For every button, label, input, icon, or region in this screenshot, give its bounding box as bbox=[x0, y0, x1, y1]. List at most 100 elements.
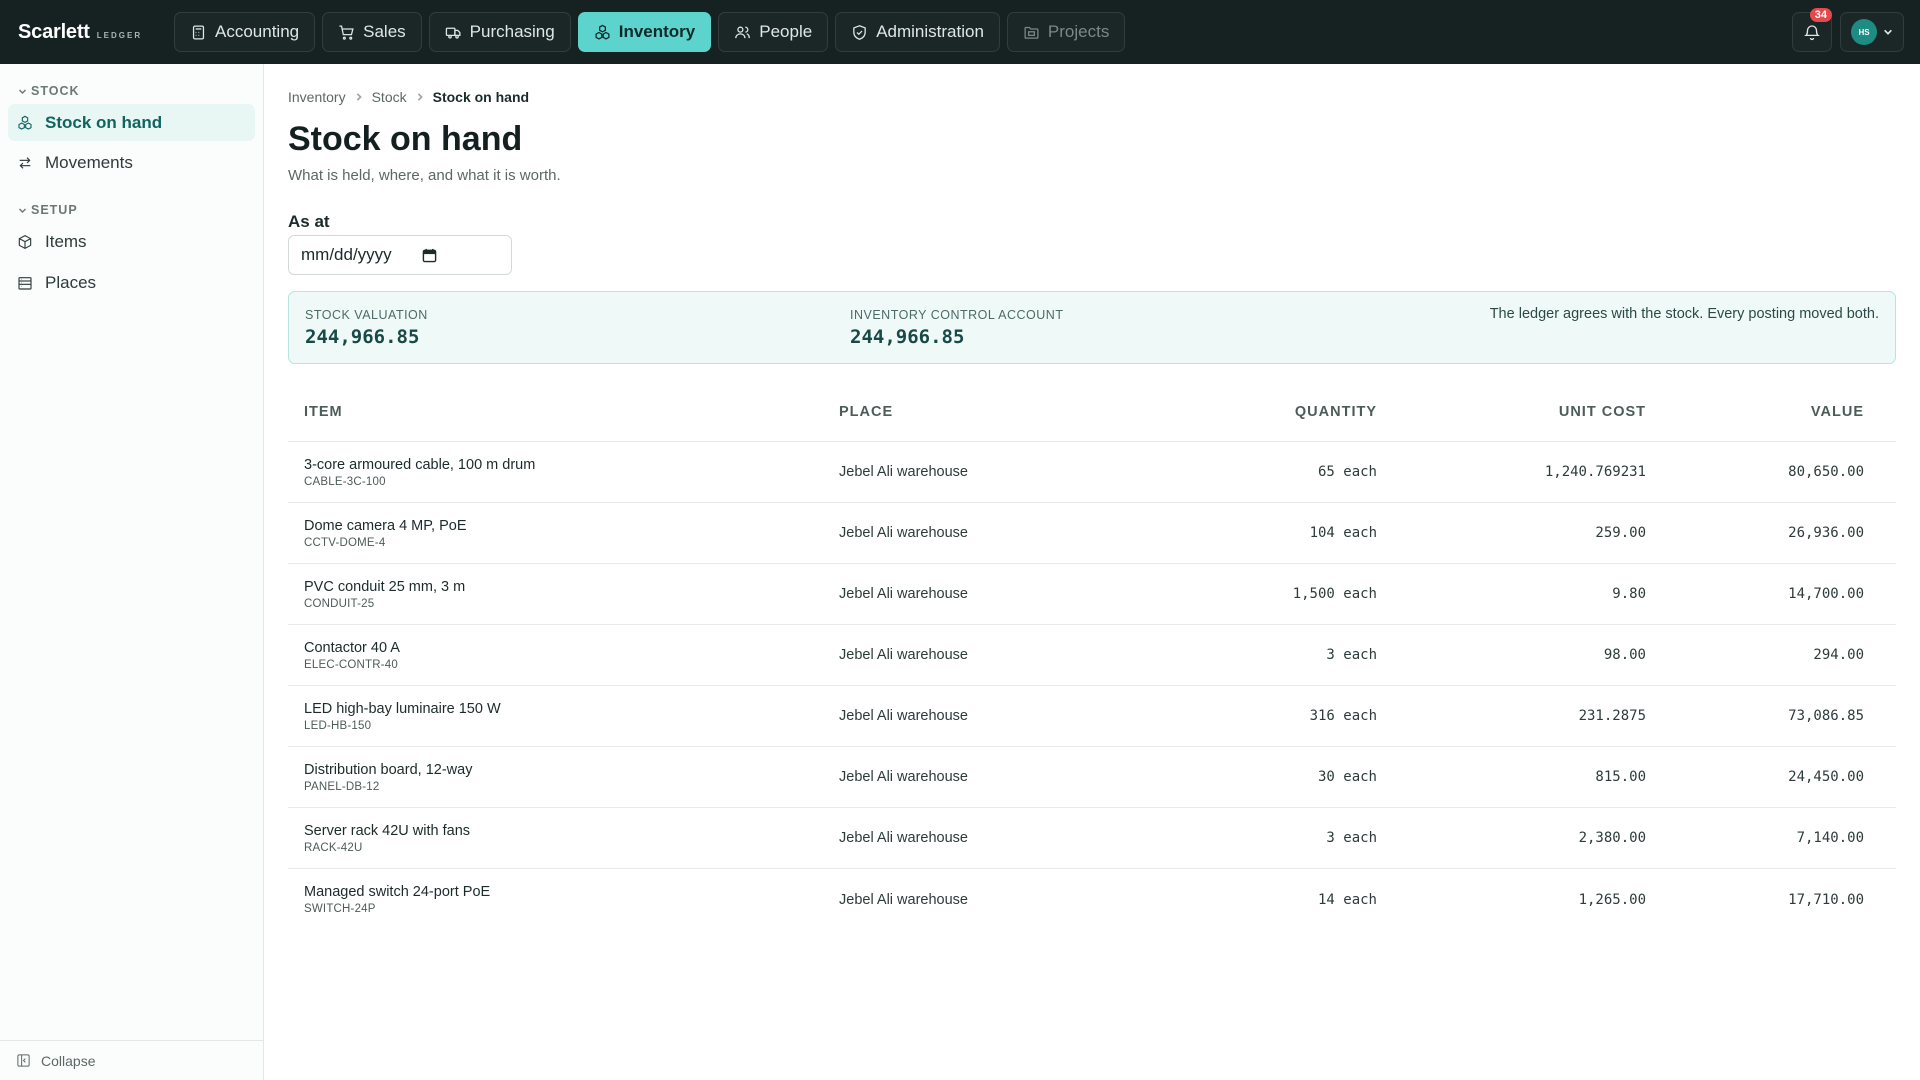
cart-icon bbox=[339, 24, 354, 40]
folder-icon bbox=[1024, 26, 1039, 39]
shield-icon bbox=[853, 24, 866, 40]
item-cell: Dome camera 4 MP, PoE CCTV-DOME-4 bbox=[288, 518, 839, 549]
sidebar-item-items[interactable]: Items bbox=[8, 223, 255, 260]
control-account-label: INVENTORY CONTROL ACCOUNT bbox=[850, 308, 1064, 322]
value-cell: 73,086.85 bbox=[1788, 708, 1864, 724]
item-cell: LED high-bay luminaire 150 W LED-HB-150 bbox=[288, 701, 839, 732]
nav-sales[interactable]: Sales bbox=[322, 12, 422, 52]
nav-label: Inventory bbox=[618, 22, 696, 41]
nav-inventory[interactable]: Inventory bbox=[577, 12, 712, 52]
item-name[interactable]: Server rack 42U with fans bbox=[304, 823, 839, 839]
item-cell: Distribution board, 12-way PANEL-DB-12 bbox=[288, 762, 839, 793]
nav-purchasing[interactable]: Purchasing bbox=[428, 12, 571, 52]
nav-administration[interactable]: Administration bbox=[835, 12, 1000, 52]
sidebar-item-movements[interactable]: Movements bbox=[8, 144, 255, 181]
quantity-cell: 104 each bbox=[1309, 525, 1377, 541]
control-account-value: 244,966.85 bbox=[850, 326, 965, 348]
sidebar-collapse-icon bbox=[17, 1054, 30, 1067]
quantity-cell: 65 each bbox=[1317, 464, 1377, 480]
quantity-cell: 3 each bbox=[1326, 647, 1377, 663]
place-cell: Jebel Ali warehouse bbox=[839, 891, 968, 908]
table-row[interactable]: Dome camera 4 MP, PoE CCTV-DOME-4 Jebel … bbox=[288, 503, 1896, 564]
user-menu-button[interactable]: HS bbox=[1840, 12, 1904, 52]
breadcrumb-current: Stock on hand bbox=[432, 89, 530, 105]
place-cell: Jebel Ali warehouse bbox=[839, 525, 968, 541]
nav-projects[interactable]: Projects bbox=[1006, 12, 1126, 52]
table-row[interactable]: Contactor 40 A ELEC-CONTR-40 Jebel Ali w… bbox=[288, 625, 1896, 686]
page-title: Stock on hand bbox=[288, 120, 523, 158]
chevron-down-icon bbox=[18, 207, 27, 213]
main-nav: Accounting Sales Purchasing Inventory Pe… bbox=[174, 12, 1126, 52]
truck-icon bbox=[445, 27, 461, 39]
unit-cost-cell: 815.00 bbox=[1595, 769, 1646, 785]
nav-label: Administration bbox=[876, 22, 984, 41]
item-name[interactable]: Contactor 40 A bbox=[304, 640, 839, 656]
bell-icon bbox=[1803, 25, 1821, 41]
brand-name: Scarlett bbox=[18, 20, 90, 43]
item-name[interactable]: Managed switch 24-port PoE bbox=[304, 884, 839, 900]
item-name[interactable]: PVC conduit 25 mm, 3 m bbox=[304, 579, 839, 595]
nav-label: Purchasing bbox=[469, 22, 555, 41]
column-header-item[interactable]: ITEM bbox=[288, 404, 839, 420]
calendar-icon[interactable] bbox=[422, 248, 437, 263]
unit-cost-cell: 98.00 bbox=[1603, 647, 1646, 663]
column-header-value[interactable]: VALUE bbox=[1646, 404, 1864, 420]
item-sku: SWITCH-24P bbox=[304, 903, 376, 915]
collapse-label: Collapse bbox=[41, 1052, 96, 1069]
item-sku: CCTV-DOME-4 bbox=[304, 536, 386, 549]
sidebar-item-label: Stock on hand bbox=[45, 112, 163, 132]
as-at-date-input[interactable]: mm/dd/yyyy bbox=[288, 235, 512, 275]
item-name[interactable]: 3-core armoured cable, 100 m drum bbox=[304, 457, 839, 473]
table-row[interactable]: Managed switch 24-port PoE SWITCH-24P Je… bbox=[288, 869, 1896, 930]
nav-label: Sales bbox=[363, 22, 406, 41]
value-cell: 14,700.00 bbox=[1788, 586, 1864, 602]
item-name[interactable]: Distribution board, 12-way bbox=[304, 762, 839, 778]
table-row[interactable]: LED high-bay luminaire 150 W LED-HB-150 … bbox=[288, 686, 1896, 747]
sidebar-item-label: Items bbox=[45, 231, 87, 251]
table-header: ITEM PLACE QUANTITY UNIT COST VALUE bbox=[288, 382, 1896, 442]
sidebar-item-stock-on-hand[interactable]: Stock on hand bbox=[8, 104, 255, 141]
column-header-unit-cost[interactable]: UNIT COST bbox=[1377, 404, 1646, 420]
item-name[interactable]: LED high-bay luminaire 150 W bbox=[304, 701, 839, 717]
table-row[interactable]: PVC conduit 25 mm, 3 m CONDUIT-25 Jebel … bbox=[288, 564, 1896, 625]
value-cell: 294.00 bbox=[1813, 647, 1864, 663]
item-cell: Managed switch 24-port PoE SWITCH-24P bbox=[288, 884, 839, 915]
column-header-place[interactable]: PLACE bbox=[839, 404, 1139, 420]
sidebar-item-places[interactable]: Places bbox=[8, 264, 255, 301]
nav-people[interactable]: People bbox=[718, 12, 829, 52]
sidebar-item-label: Movements bbox=[45, 152, 133, 172]
notification-badge: 34 bbox=[1809, 8, 1832, 22]
nav-label: People bbox=[759, 22, 813, 41]
value-cell: 80,650.00 bbox=[1788, 464, 1864, 480]
collapse-sidebar-button[interactable]: Collapse bbox=[0, 1040, 263, 1080]
item-name[interactable]: Dome camera 4 MP, PoE bbox=[304, 518, 839, 534]
top-bar: Scarlett LEDGER Accounting Sales Purchas… bbox=[0, 0, 1920, 64]
page-subtitle: What is held, where, and what it is wort… bbox=[288, 167, 561, 184]
place-cell: Jebel Ali warehouse bbox=[839, 830, 968, 846]
place-cell: Jebel Ali warehouse bbox=[839, 464, 968, 480]
notifications-button[interactable]: 34 bbox=[1792, 8, 1832, 52]
boxes-icon bbox=[595, 24, 610, 40]
date-placeholder: mm/dd/yyyy bbox=[301, 245, 392, 264]
brand-subtitle: LEDGER bbox=[96, 30, 143, 40]
quantity-cell: 30 each bbox=[1317, 769, 1377, 785]
as-at-label: As at bbox=[288, 212, 330, 231]
table-row[interactable]: Server rack 42U with fans RACK-42U Jebel… bbox=[288, 808, 1896, 869]
table-row[interactable]: Distribution board, 12-way PANEL-DB-12 J… bbox=[288, 747, 1896, 808]
sidebar-section-title: STOCK bbox=[31, 84, 80, 98]
breadcrumb-stock[interactable]: Stock bbox=[372, 89, 407, 105]
value-cell: 26,936.00 bbox=[1788, 525, 1864, 541]
table-row[interactable]: 3-core armoured cable, 100 m drum CABLE-… bbox=[288, 442, 1896, 503]
breadcrumb-inventory[interactable]: Inventory bbox=[288, 89, 346, 105]
sidebar-item-label: Places bbox=[45, 272, 97, 292]
unit-cost-cell: 1,265.00 bbox=[1578, 891, 1646, 908]
boxes-icon bbox=[18, 115, 32, 130]
column-header-quantity[interactable]: QUANTITY bbox=[1139, 404, 1377, 420]
sidebar-section-stock[interactable]: STOCK bbox=[18, 84, 263, 98]
building-icon bbox=[18, 276, 32, 290]
value-cell: 7,140.00 bbox=[1796, 830, 1864, 846]
value-cell: 24,450.00 bbox=[1788, 769, 1864, 785]
sidebar-section-setup[interactable]: SETUP bbox=[18, 203, 263, 217]
nav-accounting[interactable]: Accounting bbox=[174, 12, 316, 52]
brand-logo[interactable]: Scarlett LEDGER bbox=[18, 21, 156, 44]
